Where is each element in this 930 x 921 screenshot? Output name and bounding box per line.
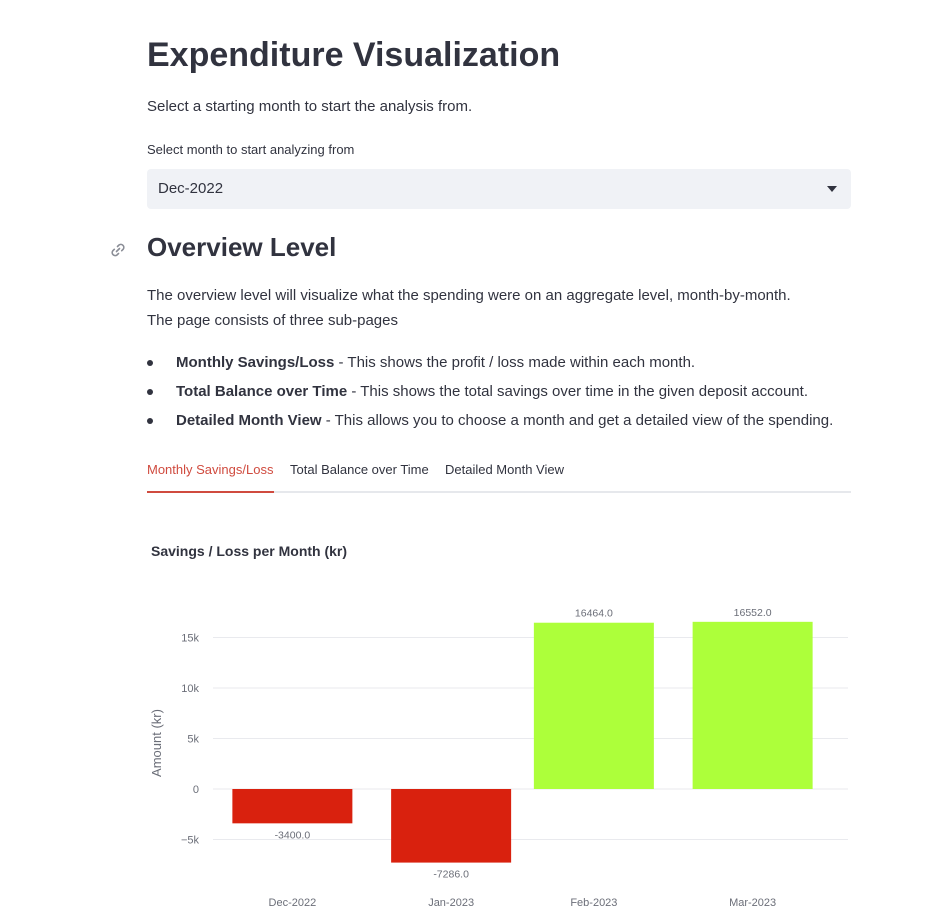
- data-label: 16464.0: [575, 608, 613, 620]
- data-label: -3400.0: [275, 829, 311, 841]
- y-tick-label: 5k: [187, 734, 199, 746]
- x-tick-label: Mar-2023: [729, 897, 776, 909]
- x-tick-label: Dec-2022: [269, 897, 317, 909]
- y-tick-label: 0: [193, 784, 199, 796]
- bar: [692, 621, 813, 789]
- bar: [533, 622, 654, 789]
- data-label: -7286.0: [433, 869, 469, 881]
- y-tick-label: 10k: [181, 683, 199, 695]
- bar: [232, 789, 353, 824]
- bar: [391, 789, 512, 863]
- y-tick-label: −5k: [181, 835, 200, 847]
- bar-chart: −5k 0 5k 10k 15k Amount (kr) -3400.0 Dec-2022 -7…: [149, 607, 848, 909]
- x-tick-label: Feb-2023: [570, 897, 617, 909]
- y-axis-label: Amount (kr): [149, 709, 164, 777]
- data-label: 16552.0: [734, 607, 772, 619]
- x-tick-label: Jan-2023: [428, 897, 474, 909]
- y-tick-label: 15k: [181, 633, 199, 645]
